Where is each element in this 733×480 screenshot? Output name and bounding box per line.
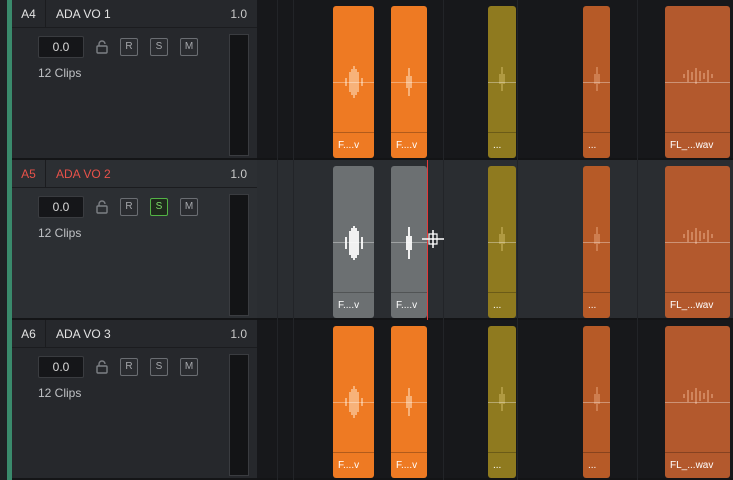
solo-button[interactable]: S <box>150 358 168 376</box>
track-header-a4[interactable]: A4 ADA VO 1 1.0 0.0 R S M 12 Clips <box>12 0 257 160</box>
clip-count: 12 Clips <box>38 66 82 80</box>
clip-name: F....v <box>338 460 360 471</box>
lock-icon[interactable] <box>96 200 108 214</box>
clip-name: F....v <box>338 300 360 311</box>
audio-clip[interactable]: FL_...wav <box>665 326 730 478</box>
audio-clip[interactable]: F....v <box>333 326 374 478</box>
clip-name: FL_...wav <box>670 140 714 151</box>
clip-name: F....v <box>338 140 360 151</box>
waveform-icon <box>682 67 713 84</box>
clip-name: F....v <box>396 460 418 471</box>
track-id: A5 <box>12 160 46 188</box>
clip-name: ... <box>588 460 597 471</box>
grid-line <box>517 0 518 480</box>
audio-clip[interactable]: ... <box>488 326 516 478</box>
clip-midline <box>583 82 610 83</box>
clip-midline <box>333 82 374 83</box>
mute-button[interactable]: M <box>180 198 198 216</box>
track-id: A6 <box>12 320 46 348</box>
waveform-icon <box>682 227 713 244</box>
audio-clip[interactable]: ... <box>583 166 610 318</box>
clip-midline <box>488 242 516 243</box>
timeline-area[interactable]: F....v F....v ... ... FL_...wav F....v F… <box>257 0 733 480</box>
clip-name: ... <box>588 300 597 311</box>
clip-name: F....v <box>396 140 418 151</box>
grid-line <box>277 0 278 480</box>
audio-clip[interactable]: FL_...wav <box>665 166 730 318</box>
clip-name: F....v <box>396 300 418 311</box>
clip-name: FL_...wav <box>670 460 714 471</box>
waveform-icon <box>593 226 600 251</box>
clip-midline <box>583 242 610 243</box>
lock-icon[interactable] <box>96 360 108 374</box>
track-level: 1.0 <box>230 167 247 181</box>
audio-clip[interactable]: ... <box>583 326 610 478</box>
crosshair-cursor-icon <box>422 230 444 248</box>
audio-level-meter <box>229 354 249 476</box>
grid-line <box>293 0 294 480</box>
track-header-top: A6 ADA VO 3 1.0 <box>12 320 257 348</box>
track-name[interactable]: ADA VO 1 <box>56 0 111 28</box>
solo-button[interactable]: S <box>150 198 168 216</box>
clip-midline <box>391 82 427 83</box>
audio-clip[interactable]: F....v <box>391 326 427 478</box>
audio-clip[interactable]: F....v <box>391 6 427 158</box>
track-header-top: A4 ADA VO 1 1.0 <box>12 0 257 28</box>
waveform-icon <box>499 226 505 251</box>
record-arm-button[interactable]: R <box>120 198 138 216</box>
track-volume-field[interactable]: 0.0 <box>38 196 84 218</box>
clip-midline <box>488 82 516 83</box>
waveform-icon <box>499 66 505 91</box>
waveform-icon <box>593 386 600 411</box>
audio-clip[interactable]: F....v <box>333 6 374 158</box>
clip-count: 12 Clips <box>38 386 82 400</box>
clip-name: ... <box>493 460 502 471</box>
record-arm-button[interactable]: R <box>120 38 138 56</box>
clip-count: 12 Clips <box>38 226 82 240</box>
lock-icon[interactable] <box>96 40 108 54</box>
clip-midline <box>333 402 374 403</box>
clip-midline <box>488 402 516 403</box>
audio-timeline-editor: A4 ADA VO 1 1.0 0.0 R S M 12 Clips A5 AD… <box>0 0 733 480</box>
audio-level-meter <box>229 34 249 156</box>
track-volume-field[interactable]: 0.0 <box>38 356 84 378</box>
audio-clip[interactable]: ... <box>583 6 610 158</box>
track-name[interactable]: ADA VO 3 <box>56 320 111 348</box>
grid-line <box>637 0 638 480</box>
track-volume-field[interactable]: 0.0 <box>38 36 84 58</box>
audio-clip[interactable]: ... <box>488 6 516 158</box>
clip-name: FL_...wav <box>670 300 714 311</box>
track-id: A4 <box>12 0 46 28</box>
clip-midline <box>333 242 374 243</box>
track-header-a6[interactable]: A6 ADA VO 3 1.0 0.0 R S M 12 Clips <box>12 320 257 480</box>
audio-level-meter <box>229 194 249 316</box>
clip-name: ... <box>493 300 502 311</box>
mute-button[interactable]: M <box>180 358 198 376</box>
solo-button[interactable]: S <box>150 38 168 56</box>
waveform-icon <box>682 387 713 404</box>
track-level: 1.0 <box>230 7 247 21</box>
track-header-a5[interactable]: A5 ADA VO 2 1.0 0.0 R S M 12 Clips <box>12 160 257 320</box>
clip-midline <box>665 82 730 83</box>
mute-button[interactable]: M <box>180 38 198 56</box>
track-header-top: A5 ADA VO 2 1.0 <box>12 160 257 188</box>
audio-clip[interactable]: FL_...wav <box>665 6 730 158</box>
track-color-strip <box>0 0 12 480</box>
clip-name: ... <box>588 140 597 151</box>
clip-midline <box>391 402 427 403</box>
track-name[interactable]: ADA VO 2 <box>56 160 111 188</box>
clip-midline <box>665 402 730 403</box>
clip-name: ... <box>493 140 502 151</box>
audio-clip[interactable]: ... <box>488 166 516 318</box>
record-arm-button[interactable]: R <box>120 358 138 376</box>
track-level: 1.0 <box>230 327 247 341</box>
clip-midline <box>583 402 610 403</box>
audio-clip-selected-track[interactable]: F....v <box>333 166 374 318</box>
waveform-icon <box>593 66 600 91</box>
clip-midline <box>665 242 730 243</box>
waveform-icon <box>499 386 505 411</box>
